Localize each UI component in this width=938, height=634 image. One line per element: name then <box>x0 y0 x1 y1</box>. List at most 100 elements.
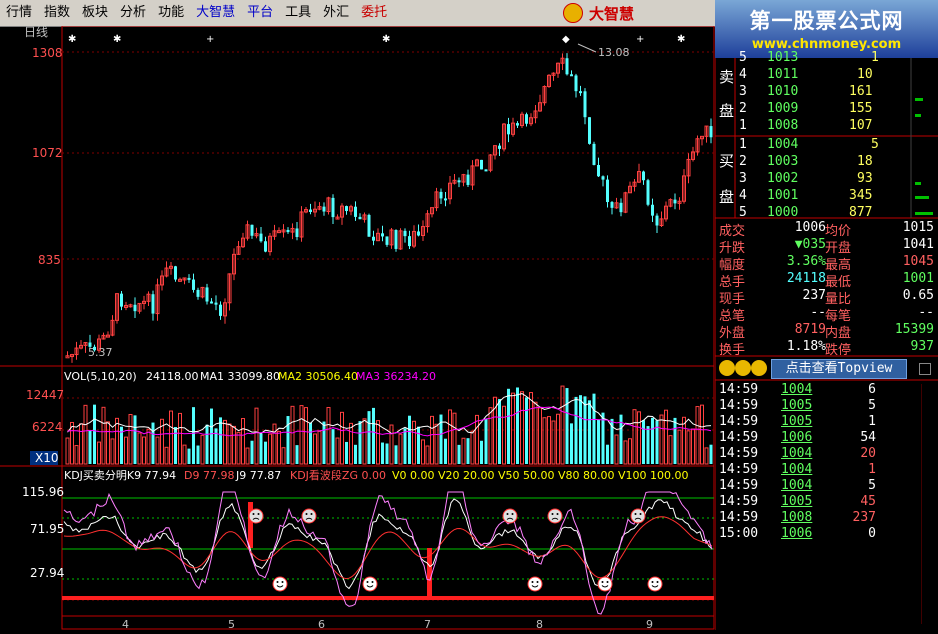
tick-row[interactable]: 14:59 1005 45 <box>715 494 938 510</box>
buy-row-4[interactable]: 4 1001 345 <box>715 188 938 205</box>
tick-time: 14:59 <box>719 510 759 525</box>
volume-bar <box>128 414 133 465</box>
tick-row[interactable]: 14:59 1004 1 <box>715 462 938 478</box>
stat-row: 总手 24118 最低 1001 <box>715 271 938 290</box>
low-annotation: 5.37 <box>88 346 113 359</box>
shortcut-button-1[interactable] <box>719 360 735 376</box>
menu-zhishu[interactable]: 指数 <box>38 0 76 26</box>
topview-button[interactable]: 点击查看Topview <box>771 359 907 379</box>
menu-bar: 行情 指数 板块 分析 功能 大智慧 平台 工具 外汇 委托 大智慧 <box>0 0 715 27</box>
menu-waihui[interactable]: 外汇 <box>317 0 355 26</box>
stat-value: 3.36% <box>786 254 826 269</box>
buy-row-2[interactable]: 2 1003 18 <box>715 154 938 171</box>
menu-dazhihui[interactable]: 大智慧 <box>190 0 241 26</box>
sell-row-2[interactable]: 2 1009 155 <box>715 101 938 118</box>
volume-bar <box>277 430 281 465</box>
smile-face-icon <box>272 576 288 592</box>
brand: 大智慧 <box>553 0 713 26</box>
volume-bar <box>398 433 403 465</box>
depth-bar <box>915 212 933 215</box>
tick-row[interactable]: 14:59 1004 20 <box>715 446 938 462</box>
tick-row[interactable]: 14:59 1004 5 <box>715 478 938 494</box>
tick-row[interactable]: 14:59 1005 1 <box>715 414 938 430</box>
volume-bar <box>178 412 182 465</box>
x-tick-label: 4 <box>122 618 129 630</box>
kdj-baseline-bar <box>62 596 714 600</box>
tick-row[interactable]: 14:59 1008 237 <box>715 510 938 526</box>
volume-bar <box>133 415 137 464</box>
tick-price: 1004 <box>781 382 813 397</box>
volume-bar <box>700 404 704 465</box>
volume-bar <box>322 421 326 464</box>
kdj-k-line <box>63 498 713 590</box>
candle-body <box>646 180 650 205</box>
chart-area[interactable]: 日线 1308 1072 835 ✱ ✱ + ✱ ◆ + ✱ 13.08 5.37 VOL(… <box>0 25 715 631</box>
volume-bar <box>565 388 569 464</box>
menu-pingtai[interactable]: 平台 <box>241 0 279 26</box>
vol-legend-ma3: MA3 36234.20 <box>356 370 436 383</box>
volume-bar <box>502 405 506 465</box>
menu-hangqing[interactable]: 行情 <box>0 0 38 26</box>
vol-scale-label: X10 <box>35 451 59 465</box>
signal-faces <box>248 508 663 592</box>
volume-bar <box>272 423 277 465</box>
menu-bankuai[interactable]: 板块 <box>76 0 114 26</box>
buy-row-3[interactable]: 3 1002 93 <box>715 171 938 188</box>
depth-bar <box>915 98 923 101</box>
period-label[interactable]: 日线 <box>24 25 48 39</box>
menu-gongneng[interactable]: 功能 <box>152 0 190 26</box>
candle-body <box>444 198 447 201</box>
stat-value: 1.18% <box>786 339 826 354</box>
tick-row[interactable]: 14:59 1006 54 <box>715 430 938 446</box>
volume-bar <box>444 438 447 464</box>
candle-body <box>331 197 335 218</box>
volume-bar <box>408 415 411 464</box>
smile-face-icon <box>362 576 378 592</box>
sell-row-5[interactable]: 5 1013 1 <box>715 50 938 67</box>
tick-volume: 6 <box>868 382 876 397</box>
tick-volume: 20 <box>860 446 876 461</box>
tick-price: 1005 <box>781 398 813 413</box>
menu-gongju[interactable]: 工具 <box>279 0 317 26</box>
shortcut-button-3[interactable] <box>751 360 767 376</box>
event-marker-icon: ◆ <box>562 34 570 45</box>
sell-row-1[interactable]: 1 1008 107 <box>715 118 938 135</box>
tick-row[interactable]: 15:00 1006 0 <box>715 526 938 542</box>
volume-bar <box>511 392 515 465</box>
volume-bar <box>372 407 375 464</box>
stat-value: 1001 <box>902 271 934 286</box>
tick-row[interactable]: 14:59 1005 5 <box>715 398 938 414</box>
tick-scrollbar[interactable] <box>921 384 934 624</box>
candle-body <box>709 126 713 138</box>
tick-time: 14:59 <box>719 478 759 493</box>
volume-bar <box>385 443 389 464</box>
candle-body <box>205 287 209 302</box>
vol-legend-ma2: MA2 30506.40 <box>278 370 358 383</box>
candle-body <box>610 202 614 208</box>
sell-row-3[interactable]: 3 1010 161 <box>715 84 938 101</box>
volume-bar <box>196 445 200 464</box>
volume-bar <box>219 417 222 464</box>
buy-level: 5 <box>739 205 747 220</box>
candle-body <box>192 279 195 290</box>
sell-price: 1008 <box>767 118 799 133</box>
menu-weituo[interactable]: 委托 <box>355 0 393 26</box>
x-tick-label: 9 <box>646 618 653 630</box>
stock-chart[interactable]: 日线 1308 1072 835 ✱ ✱ + ✱ ◆ + ✱ 13.08 5.37 VOL(… <box>0 25 715 631</box>
candle-body <box>570 74 573 77</box>
candles-group <box>65 53 713 363</box>
event-marker-icon: ✱ <box>677 34 685 45</box>
panel-toggle-icon[interactable] <box>919 363 931 375</box>
shortcut-button-2[interactable] <box>735 360 751 376</box>
kdj-legend-title: KDJ买卖分明K9 77.94 <box>64 469 176 482</box>
volume-bar <box>286 416 290 464</box>
menu-fenxi[interactable]: 分析 <box>114 0 152 26</box>
sell-row-4[interactable]: 4 1011 10 <box>715 67 938 84</box>
candle-body <box>498 145 501 149</box>
volume-bar <box>326 406 331 465</box>
tick-row[interactable]: 14:59 1004 6 <box>715 382 938 398</box>
candle-body <box>358 216 362 220</box>
volume-bar <box>381 442 384 464</box>
buy-row-1[interactable]: 1 1004 5 <box>715 137 938 154</box>
candle-body <box>466 174 470 185</box>
